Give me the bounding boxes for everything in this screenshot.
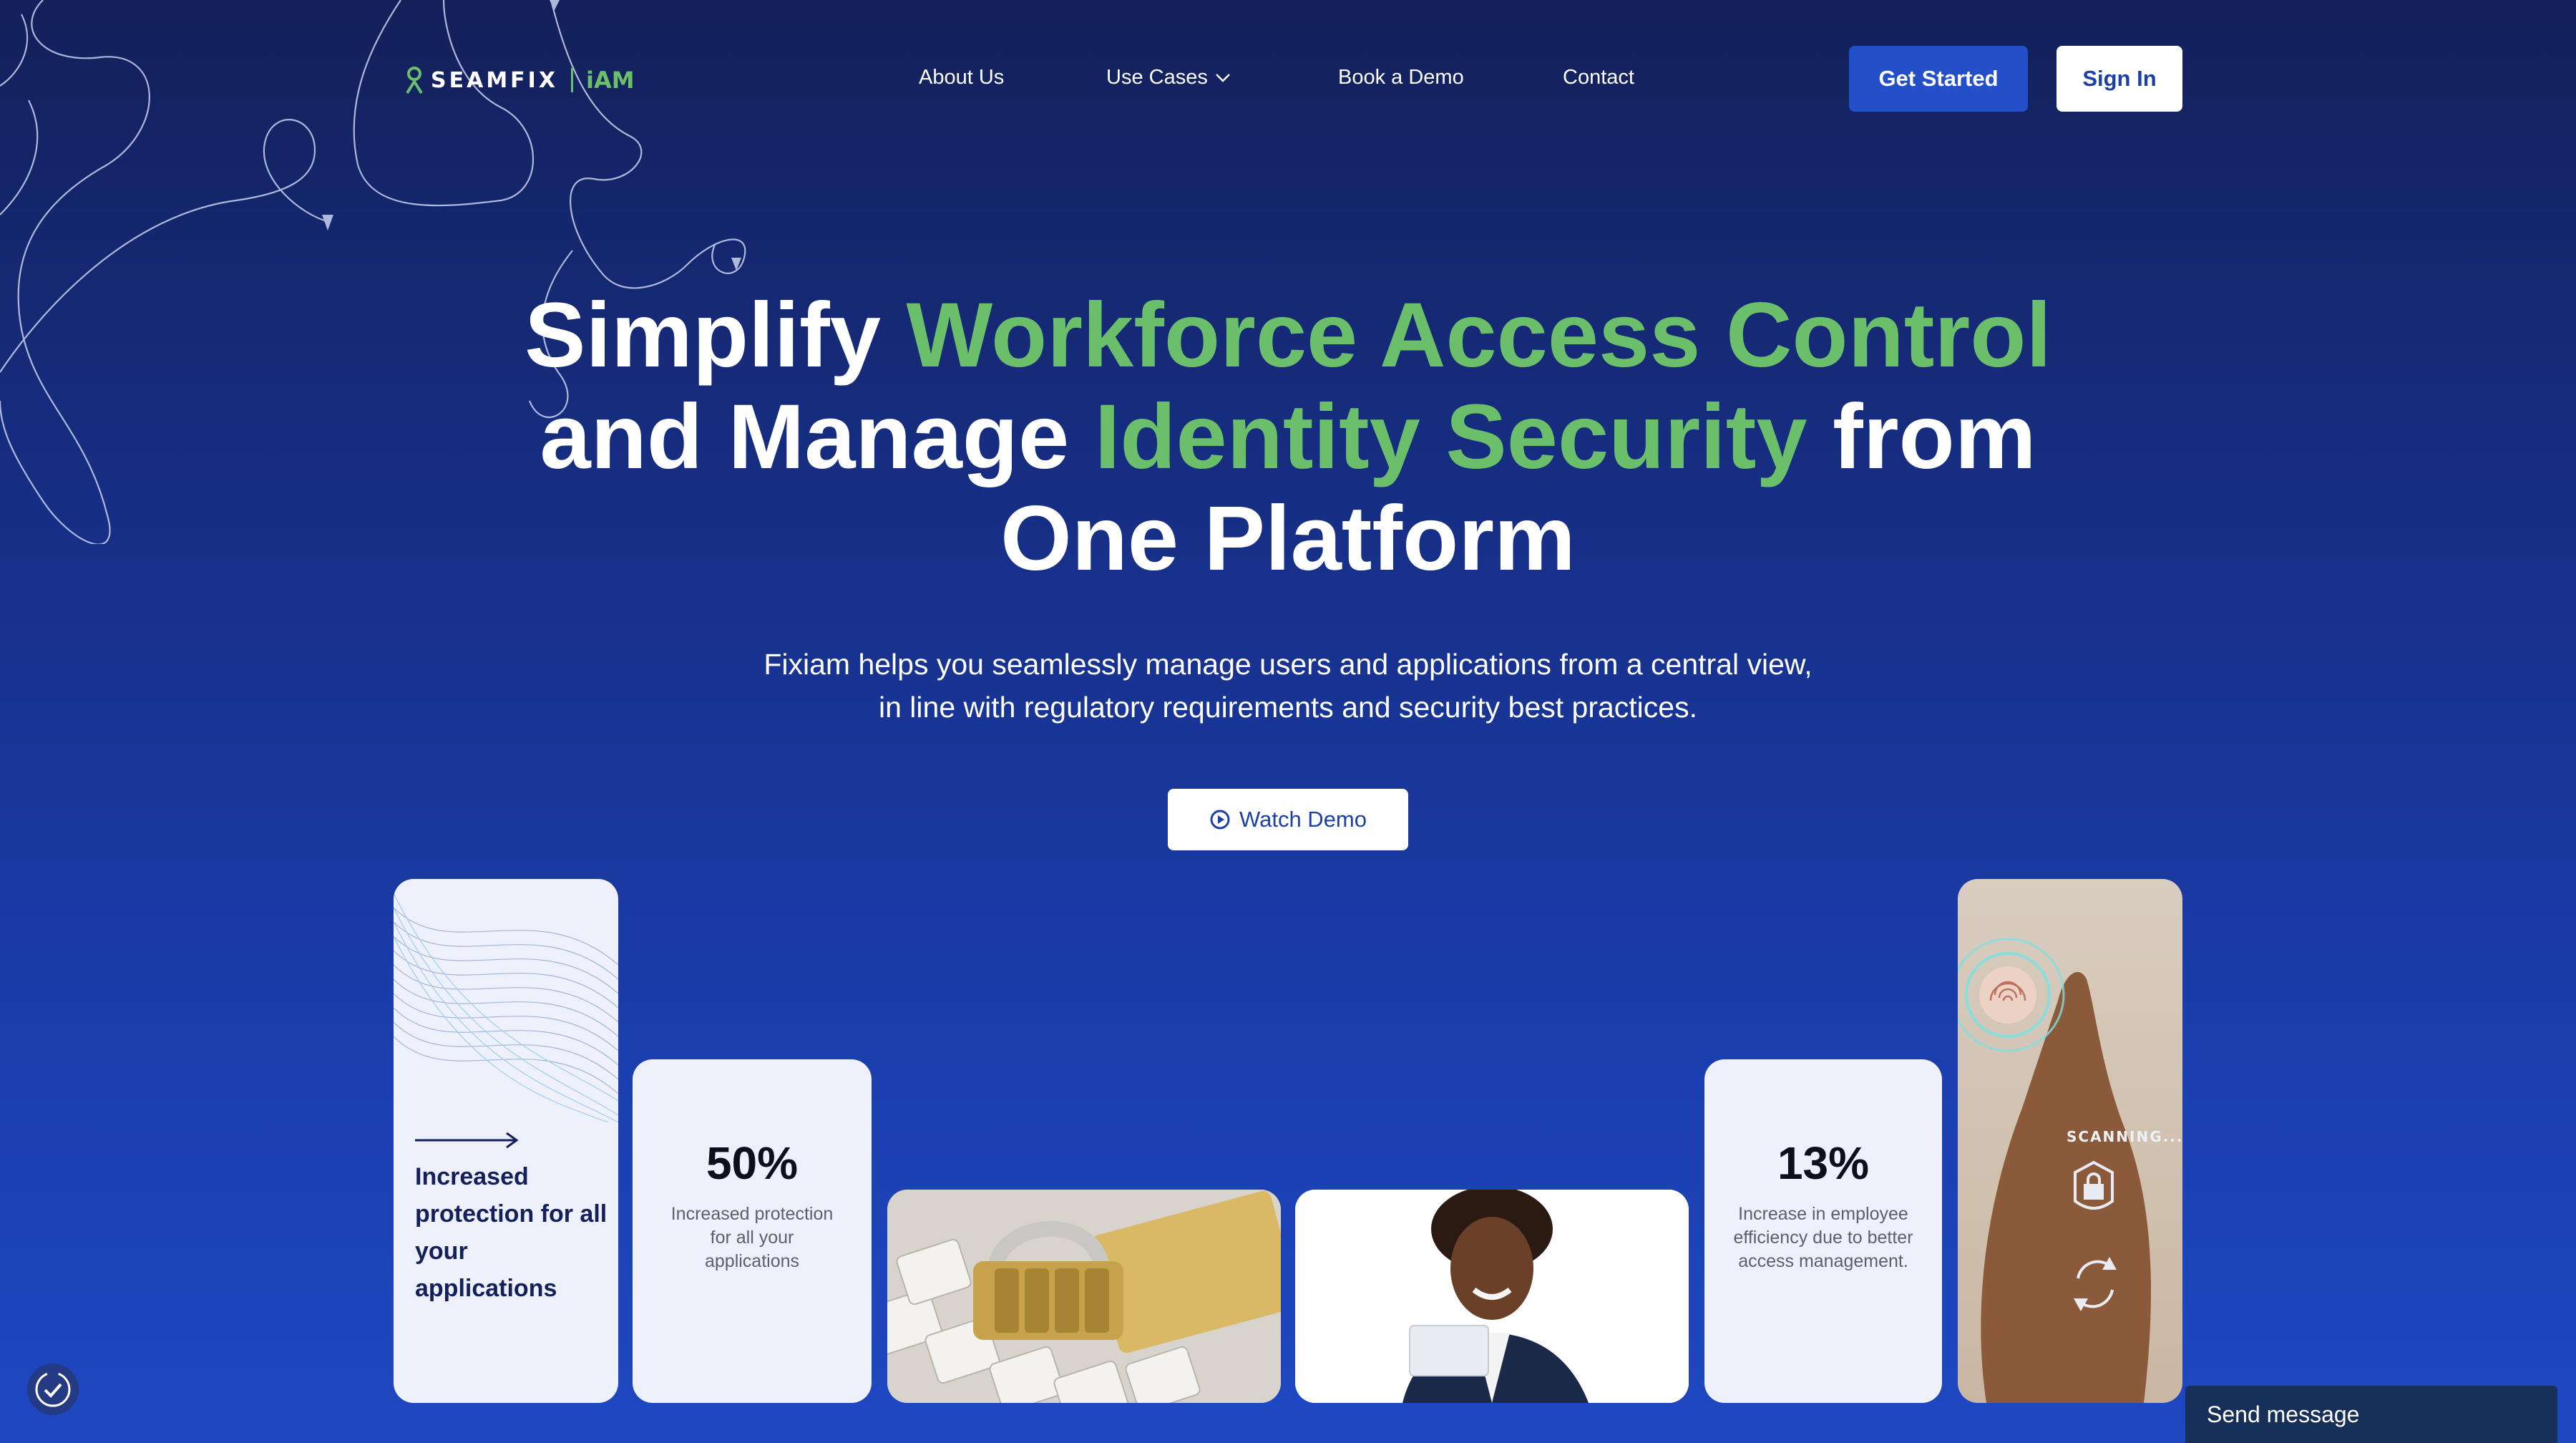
logo-separator xyxy=(570,68,573,92)
hero-subtitle: Fixiam helps you seamlessly manage users… xyxy=(763,648,1813,724)
nav-link-contact[interactable]: Contact xyxy=(1563,66,1634,89)
logo-wordmark: SEAMFIX xyxy=(431,67,558,93)
hero-heading: Simplify Workforce Access Control and Ma… xyxy=(0,285,2576,590)
hero-heading-highlight: Workforce Access Control xyxy=(906,284,2051,387)
hero-heading-text: from xyxy=(1807,386,2036,488)
feature-card-text: Increased protection for all your applic… xyxy=(415,1163,608,1302)
stat-card-efficiency: 13% Increase in employee efficiency due … xyxy=(1704,1059,1942,1403)
top-navigation: SEAMFIX iAM About Us Use Cases Book a De… xyxy=(0,0,2576,157)
wave-pattern-graphic xyxy=(394,893,618,1123)
play-circle-icon xyxy=(1210,810,1230,830)
logo-product-name: iAM xyxy=(585,67,635,94)
woman-id-card-illustration xyxy=(1295,1190,1689,1403)
nav-link-label: Contact xyxy=(1563,66,1634,89)
hero-heading-text: and Manage xyxy=(540,386,1095,488)
nav-link-label: Book a Demo xyxy=(1338,66,1464,89)
cookie-consent-icon xyxy=(35,1371,71,1407)
hero-heading-text: Simplify xyxy=(525,284,907,387)
chevron-down-icon xyxy=(1215,73,1230,82)
send-message-label: Send message xyxy=(2207,1401,2360,1427)
nav-link-book-a-demo[interactable]: Book a Demo xyxy=(1338,66,1464,89)
get-started-button[interactable]: Get Started xyxy=(1849,46,2028,112)
woman-holding-id-card-image xyxy=(1295,1190,1689,1403)
nav-link-label: About Us xyxy=(919,66,1005,89)
scanning-label: SCANNING... xyxy=(2067,1128,2182,1145)
seamfix-iam-logo[interactable]: SEAMFIX iAM xyxy=(405,64,635,96)
watch-demo-label: Watch Demo xyxy=(1239,807,1367,832)
padlock-keyboard-illustration xyxy=(887,1190,1281,1403)
nav-link-about-us[interactable]: About Us xyxy=(919,66,1004,89)
fingerprint-scan-image: SCANNING... xyxy=(1958,879,2182,1403)
nav-link-use-cases[interactable]: Use Cases xyxy=(1106,66,1231,89)
nav-link-label: Use Cases xyxy=(1106,66,1208,89)
stat-value: 13% xyxy=(1777,1137,1870,1189)
stat-card-protection: 50% Increased protection for all your ap… xyxy=(633,1059,872,1403)
cookie-consent-button[interactable] xyxy=(27,1364,79,1415)
padlock-keyboard-image xyxy=(887,1190,1281,1403)
stat-description: Increased protection for all your applic… xyxy=(670,1204,834,1271)
person-logo-icon xyxy=(406,67,423,94)
hero-heading-highlight: Identity Security xyxy=(1094,386,1807,488)
watch-demo-button[interactable]: Watch Demo xyxy=(1168,789,1408,850)
arrow-right-icon xyxy=(415,1132,519,1149)
feature-card-wave: Increased protection for all your applic… xyxy=(394,879,618,1403)
stat-value: 50% xyxy=(706,1137,799,1189)
sign-in-button[interactable]: Sign In xyxy=(2057,46,2182,112)
stat-description: Increase in employee efficiency due to b… xyxy=(1733,1204,1913,1271)
hero-heading-text: One Platform xyxy=(1000,487,1576,590)
send-message-chat-widget[interactable]: Send message xyxy=(2185,1386,2557,1443)
